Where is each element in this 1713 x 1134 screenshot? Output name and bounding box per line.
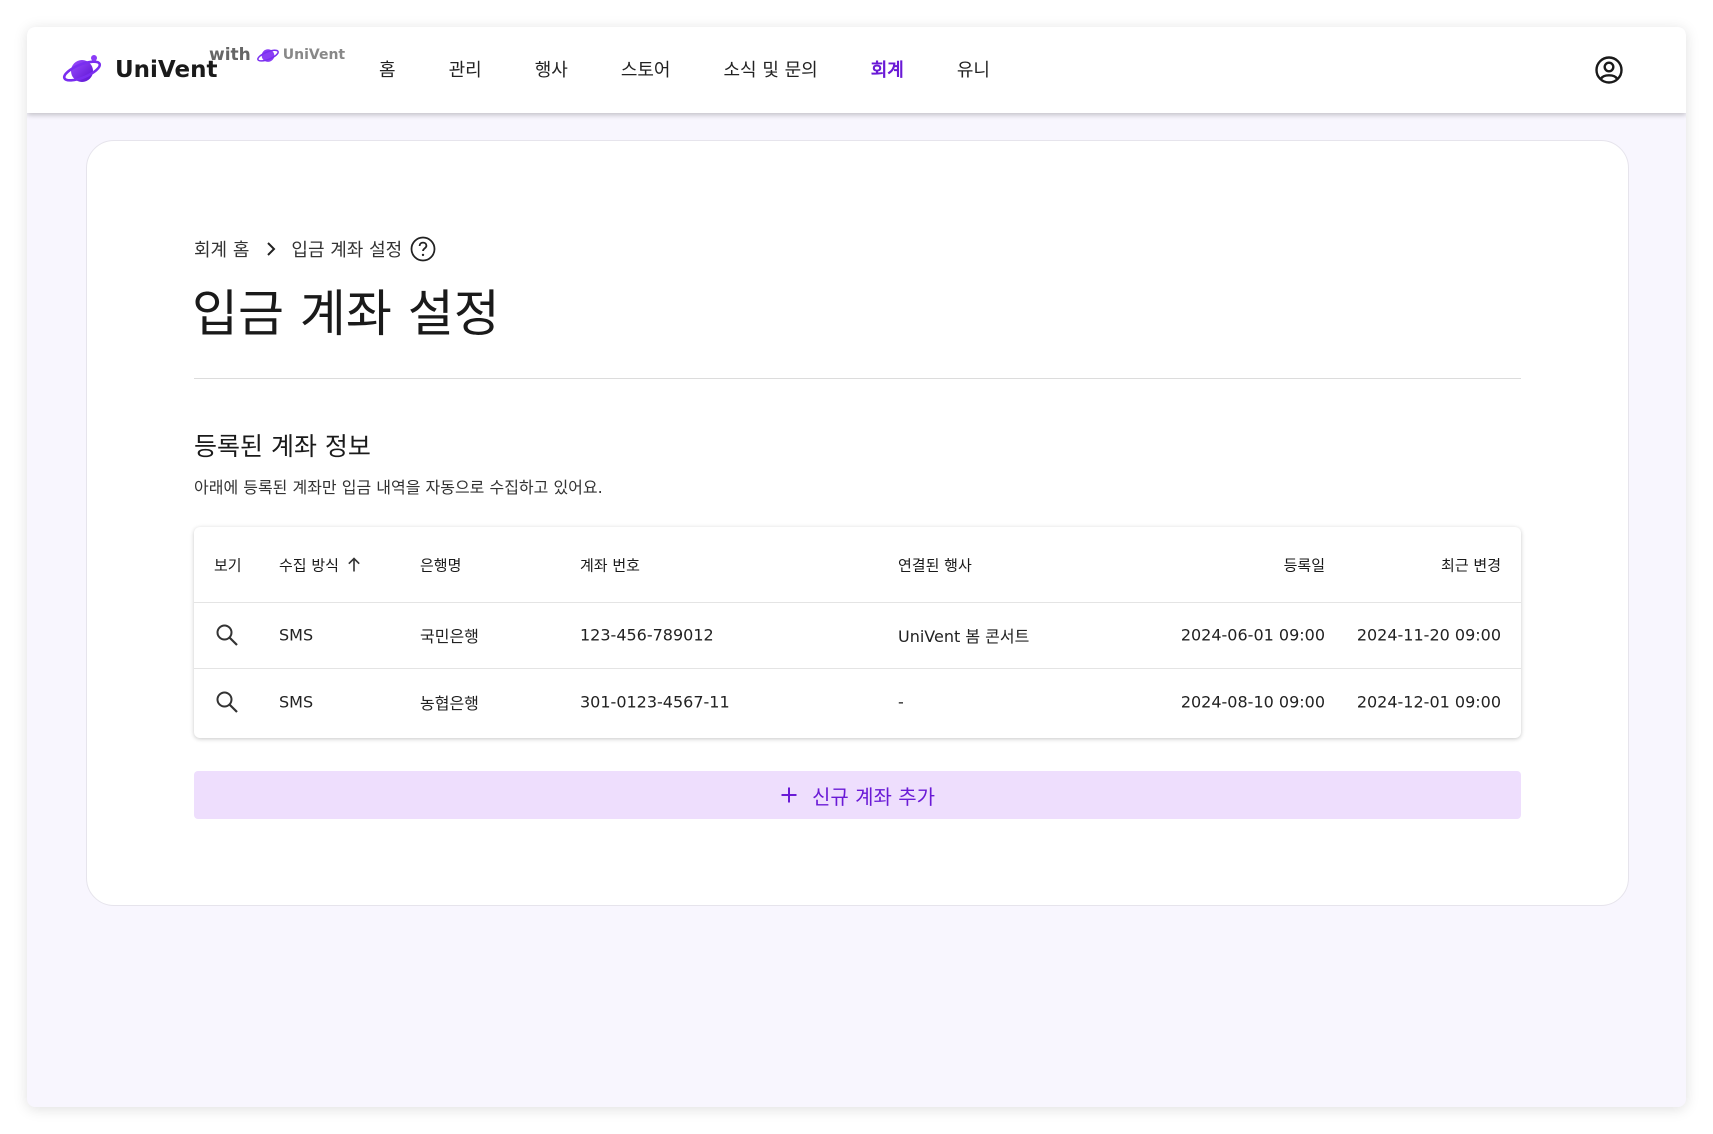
- column-header-event: 연결된 행사: [898, 556, 972, 574]
- breadcrumb: 회계 홈 입금 계좌 설정: [194, 236, 436, 262]
- column-header-account: 계좌 번호: [580, 556, 640, 574]
- cell-event: UniVent 봄 콘서트: [898, 627, 1030, 646]
- column-header-method-label: 수집 방식: [279, 556, 339, 574]
- partner-brand-name: UniVent: [282, 47, 346, 63]
- table-row: SMS 농협은행 301-0123-4567-11 - 2024-08-10 0…: [194, 669, 1521, 735]
- chevron-right-icon: [267, 242, 276, 256]
- table-row: SMS 국민은행 123-456-789012 UniVent 봄 콘서트 20…: [194, 602, 1521, 669]
- partner-badge: with UniVent: [209, 44, 345, 66]
- nav-item-accounting[interactable]: 회계: [871, 56, 904, 82]
- cell-account: 123-456-789012: [580, 625, 714, 645]
- with-label: with: [209, 45, 251, 65]
- accounts-table: 보기 수집 방식 은행명 계좌 번호 연결된 행사 등록일 최근 변경 SMS …: [194, 527, 1521, 738]
- content-card: 회계 홈 입금 계좌 설정 입금 계좌 설정 등록된 계좌 정보 아래에 등록된…: [86, 140, 1629, 906]
- plus-icon: [781, 787, 797, 803]
- brand[interactable]: UniVent: [61, 51, 217, 89]
- top-navigation-bar: UniVent with UniVent 홈 관리 행사 스토어 소식 및 문의…: [27, 27, 1686, 113]
- cell-registered: 2024-06-01 09:00: [1180, 625, 1325, 645]
- column-header-registered: 등록일: [1283, 556, 1325, 574]
- nav-item-home[interactable]: 홈: [379, 56, 396, 82]
- add-account-label: 신규 계좌 추가: [811, 784, 936, 809]
- cell-account: 301-0123-4567-11: [580, 692, 730, 712]
- planet-logo-icon: [62, 55, 102, 82]
- cell-modified: 2024-12-01 09:00: [1356, 692, 1501, 712]
- column-header-bank: 은행명: [420, 556, 462, 574]
- breadcrumb-current: 입금 계좌 설정: [291, 240, 403, 261]
- column-header-modified: 최근 변경: [1441, 556, 1501, 574]
- nav-item-store[interactable]: 스토어: [621, 56, 671, 82]
- column-header-view: 보기: [214, 556, 242, 574]
- help-circle-icon[interactable]: [410, 236, 436, 262]
- search-icon[interactable]: [214, 622, 240, 648]
- nav-item-manage[interactable]: 관리: [449, 56, 482, 82]
- section-title: 등록된 계좌 정보: [194, 432, 371, 461]
- nav-item-events[interactable]: 행사: [535, 56, 568, 82]
- divider: [194, 378, 1521, 379]
- search-icon[interactable]: [214, 689, 240, 715]
- main-nav: 홈 관리 행사 스토어 소식 및 문의 회계 유니: [379, 56, 1043, 82]
- cell-registered: 2024-08-10 09:00: [1180, 692, 1325, 712]
- cell-bank: 국민은행: [420, 627, 479, 646]
- nav-item-uni[interactable]: 유니: [957, 56, 990, 82]
- column-header-method[interactable]: 수집 방식: [279, 554, 361, 575]
- breadcrumb-parent-link[interactable]: 회계 홈: [194, 236, 249, 262]
- arrow-up-icon[interactable]: [347, 556, 361, 572]
- brand-name: UniVent: [115, 57, 218, 83]
- cell-method: SMS: [279, 625, 314, 645]
- app-window: UniVent with UniVent 홈 관리 행사 스토어 소식 및 문의…: [27, 27, 1686, 1107]
- cell-bank: 농협은행: [420, 694, 479, 713]
- account-circle-icon[interactable]: [1594, 55, 1624, 85]
- table-header-row: 보기 수집 방식 은행명 계좌 번호 연결된 행사 등록일 최근 변경: [194, 527, 1521, 603]
- add-account-button[interactable]: 신규 계좌 추가: [194, 771, 1521, 819]
- section-description: 아래에 등록된 계좌만 입금 내역을 자동으로 수집하고 있어요.: [194, 478, 603, 497]
- nav-item-news[interactable]: 소식 및 문의: [724, 56, 818, 82]
- cell-method: SMS: [279, 692, 314, 712]
- page-title: 입금 계좌 설정: [192, 285, 500, 343]
- cell-modified: 2024-11-20 09:00: [1356, 625, 1501, 645]
- planet-small-logo-icon: [256, 49, 279, 62]
- cell-event: -: [898, 692, 904, 712]
